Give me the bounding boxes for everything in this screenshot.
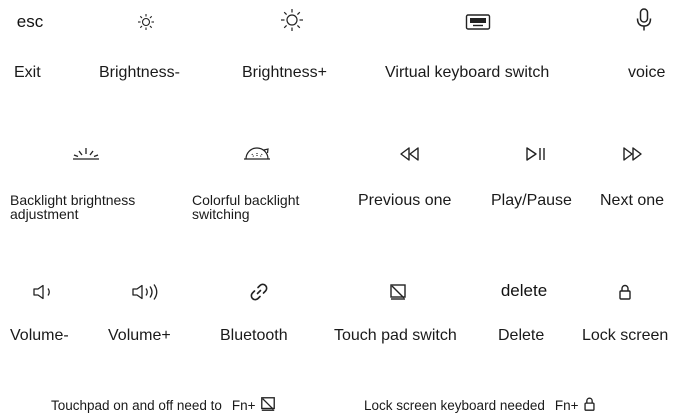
- lock-footer-note: Lock screen keyboard needed Fn+: [364, 396, 596, 415]
- volume-down-icon: [31, 283, 57, 301]
- play-pause-label: Play/Pause: [491, 192, 572, 209]
- next-key: [620, 140, 646, 168]
- play-pause-key: [523, 140, 549, 168]
- touchpad-off-icon: [260, 396, 276, 415]
- touchpad-label: Touch pad switch: [334, 327, 457, 344]
- lock-label: Lock screen: [582, 327, 669, 344]
- touchpad-note-text: Touchpad on and off need to: [51, 398, 222, 413]
- lock-note-text: Lock screen keyboard needed: [364, 398, 545, 413]
- voice-label: voice: [628, 64, 666, 81]
- volume-down-label: Volume-: [10, 327, 69, 344]
- next-label: Next one: [600, 192, 665, 209]
- bluetooth-label: Bluetooth: [220, 327, 288, 344]
- volume-down-key: [30, 278, 58, 306]
- volume-up-key: [130, 278, 162, 306]
- touchpad-combo-text: Fn+: [231, 398, 256, 413]
- lock-combo-text: Fn+: [554, 398, 579, 413]
- rewind-icon: [398, 145, 422, 163]
- volume-up-label: Volume+: [108, 327, 171, 344]
- volume-up-icon: [131, 283, 161, 301]
- delete-key: delete: [491, 277, 557, 305]
- lock-key: [616, 278, 634, 306]
- backlight-key: [70, 140, 102, 168]
- touchpad-footer-note: Touchpad on and off need to Fn+: [51, 396, 276, 415]
- microphone-icon: [635, 7, 653, 33]
- backlight-label: Backlight brightness adjustment: [10, 192, 136, 222]
- sun-small-icon: [136, 12, 156, 32]
- link-icon: [249, 282, 269, 302]
- brightness-up-label: Brightness+: [242, 64, 327, 81]
- bluetooth-key: [248, 278, 270, 306]
- delete-key-text: delete: [500, 281, 548, 300]
- previous-label: Previous one: [358, 192, 452, 209]
- brightness-up-key: [276, 6, 308, 34]
- voice-key: [632, 6, 656, 34]
- fast-forward-icon: [621, 145, 645, 163]
- esc-key: esc: [10, 8, 50, 36]
- previous-key: [397, 140, 423, 168]
- backlight-icon: [71, 144, 101, 164]
- virtual-keyboard-key: [462, 8, 494, 36]
- lock-icon: [583, 396, 596, 415]
- esc-key-text: esc: [16, 12, 44, 31]
- colorful-backlight-key: [240, 140, 274, 168]
- sun-large-icon: [279, 7, 305, 33]
- colorful-backlight-icon: [241, 144, 273, 164]
- play-pause-icon: [524, 145, 548, 163]
- virtual-keyboard-label: Virtual keyboard switch: [385, 64, 550, 81]
- exit-label: Exit: [14, 64, 41, 81]
- lock-icon: [618, 283, 632, 301]
- brightness-down-key: [132, 8, 160, 36]
- touchpad-key: [387, 278, 409, 306]
- touchpad-off-icon: [389, 283, 407, 301]
- colorful-backlight-label: Colorful backlight switching: [192, 192, 300, 222]
- keyboard-icon: [465, 13, 491, 31]
- brightness-down-label: Brightness-: [99, 64, 180, 81]
- delete-label: Delete: [498, 327, 545, 344]
